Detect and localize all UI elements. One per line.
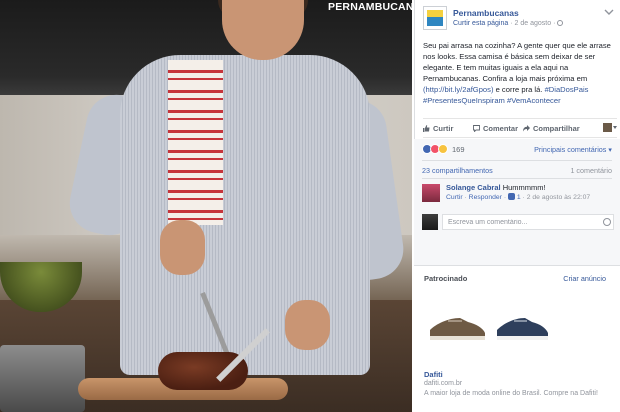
post-as-selector[interactable] bbox=[603, 123, 617, 134]
share-button[interactable]: Compartilhar bbox=[523, 124, 580, 133]
sneaker-brown-image[interactable] bbox=[426, 312, 488, 344]
current-user-avatar bbox=[422, 214, 438, 230]
ad-description: A maior loja de moda online do Brasil. C… bbox=[424, 390, 598, 397]
comment-actions: Curtir · Responder · 1 · 2 de agosto às … bbox=[446, 193, 591, 201]
man-shirt bbox=[120, 55, 370, 375]
divider bbox=[422, 178, 612, 179]
sneaker-navy-image[interactable] bbox=[494, 312, 550, 344]
man-hand-left bbox=[160, 220, 205, 275]
man-hand-right bbox=[285, 300, 330, 350]
create-ad-link[interactable]: Criar anúncio bbox=[563, 274, 606, 283]
comment-text: Hummmmm! bbox=[502, 183, 546, 192]
post-date[interactable]: 2 de agosto bbox=[515, 20, 552, 27]
brand-logo: PERNAMBUCANAS bbox=[328, 1, 412, 13]
post-subline: Curtir esta página · 2 de agosto · bbox=[453, 20, 564, 27]
page-avatar[interactable] bbox=[423, 6, 447, 30]
post-text-main: Seu pai arrasa na cozinha? A gente quer … bbox=[423, 41, 611, 83]
page-name[interactable]: Pernambucanas bbox=[453, 8, 519, 18]
dish-towel bbox=[168, 60, 223, 225]
thumbs-up-icon bbox=[423, 125, 430, 132]
emoji-icon[interactable] bbox=[603, 218, 611, 226]
like-button[interactable]: Curtir bbox=[423, 124, 453, 133]
globe-icon bbox=[557, 20, 564, 26]
reaction-count: 169 bbox=[452, 145, 465, 154]
commenter-avatar[interactable] bbox=[422, 184, 440, 202]
top-comments-dropdown[interactable]: Principais comentários ▾ bbox=[534, 145, 612, 154]
comment-time[interactable]: 2 de agosto às 22:07 bbox=[527, 194, 591, 201]
user-avatar bbox=[603, 123, 612, 132]
post-photo[interactable]: PERNAMBUCANAS bbox=[0, 0, 412, 412]
comment-count: 1 comentário bbox=[570, 166, 612, 175]
subline-separator-2: · bbox=[553, 20, 556, 27]
ad-name[interactable]: Dafiti bbox=[424, 370, 443, 379]
share-icon bbox=[523, 125, 530, 132]
comment-like-count[interactable]: 1 bbox=[517, 194, 521, 201]
ad-url[interactable]: dafiti.com.br bbox=[424, 380, 462, 387]
chevron-down-icon[interactable] bbox=[604, 8, 614, 16]
divider bbox=[422, 160, 612, 161]
comment-item: Solange Cabral Hummmmm! Curtir · Respond… bbox=[422, 183, 617, 205]
comment-button[interactable]: Comentar bbox=[473, 124, 518, 133]
post-text: Seu pai arrasa na cozinha? A gente quer … bbox=[423, 40, 617, 106]
commenter-name[interactable]: Solange Cabral bbox=[446, 183, 501, 192]
sponsored-box: Patrocinado Criar anúncio Dafiti dafiti.… bbox=[414, 265, 620, 412]
subline-separator: · bbox=[510, 20, 513, 27]
post-text-mid: e corre pra lá. bbox=[493, 85, 545, 94]
sponsored-title: Patrocinado bbox=[424, 274, 468, 283]
comment-body: Solange Cabral Hummmmm! bbox=[446, 183, 546, 193]
like-page-link[interactable]: Curtir esta página bbox=[453, 20, 508, 27]
comment-reply-link[interactable]: Responder bbox=[469, 194, 502, 201]
comment-icon bbox=[473, 125, 480, 133]
stove bbox=[0, 345, 85, 412]
wow-reaction-icon bbox=[438, 144, 448, 154]
write-comment-row bbox=[422, 214, 617, 230]
comment-input[interactable] bbox=[442, 214, 614, 230]
comment-like-link[interactable]: Curtir bbox=[446, 194, 463, 201]
post-header: Pernambucanas Curtir esta página · 2 de … bbox=[423, 6, 618, 32]
shares-link[interactable]: 23 compartilhamentos bbox=[422, 166, 493, 175]
post-link[interactable]: (http://bit.ly/2afGpos) bbox=[423, 85, 493, 94]
action-bar: Curtir Comentar Compartilhar bbox=[423, 118, 617, 138]
thumbs-up-icon bbox=[507, 193, 515, 200]
caret-down-icon bbox=[613, 126, 617, 129]
